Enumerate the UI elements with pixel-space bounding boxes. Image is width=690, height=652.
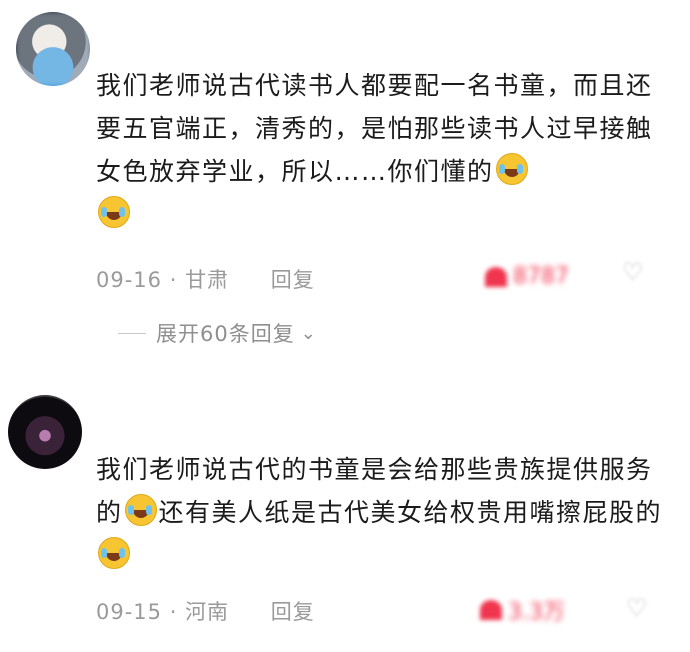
comment-text-part: 还有美人纸是古代美女给权贵用嘴擦屁股的 <box>158 498 663 527</box>
expand-replies-label: 展开60条回复 <box>156 322 295 346</box>
comment-text-part: 我们老师说古代读书人都要配一名书童，而且还要五官端正，清秀的，是怕那些读书人过早… <box>96 71 653 186</box>
comment-date: 09-16 <box>96 268 163 292</box>
comment-meta: 09-16 · 甘肃 回复 <box>96 268 315 292</box>
comment-meta: 09-15 · 河南 回复 <box>96 600 315 624</box>
comment-location: 甘肃 <box>185 268 230 292</box>
broken-heart-icon[interactable]: ♡ <box>622 258 644 286</box>
laughing-crying-face-icon <box>98 196 130 228</box>
laughing-crying-face-icon <box>98 537 130 569</box>
avatar[interactable] <box>16 12 90 86</box>
expand-replies-button[interactable]: 展开60条回复 ⌄ <box>118 318 317 348</box>
comment-location: 河南 <box>185 600 230 624</box>
comment-text: 我们老师说古代读书人都要配一名书童，而且还要五官端正，清秀的，是怕那些读书人过早… <box>96 64 668 236</box>
reply-button[interactable]: 回复 <box>271 600 315 624</box>
reply-button[interactable]: 回复 <box>271 268 315 292</box>
avatar[interactable] <box>8 395 82 469</box>
like-count: 3.3万 <box>508 600 565 625</box>
like-count: 8787 <box>513 264 569 289</box>
broken-heart-icon[interactable]: ♡ <box>626 594 648 622</box>
comment-date: 09-15 <box>96 600 163 624</box>
heart-icon <box>485 266 507 287</box>
chevron-down-icon: ⌄ <box>300 322 317 344</box>
like-button[interactable]: 8787 <box>485 264 569 289</box>
like-button[interactable]: 3.3万 <box>480 594 565 626</box>
laughing-crying-face-icon <box>124 494 157 526</box>
comment-text: 我们老师说古代的书童是会给那些贵族提供服务的 还有美人纸是古代美女给权贵用嘴擦屁股… <box>96 448 668 577</box>
heart-icon <box>480 600 502 620</box>
laughing-crying-face-icon <box>495 153 528 185</box>
divider <box>118 332 146 334</box>
